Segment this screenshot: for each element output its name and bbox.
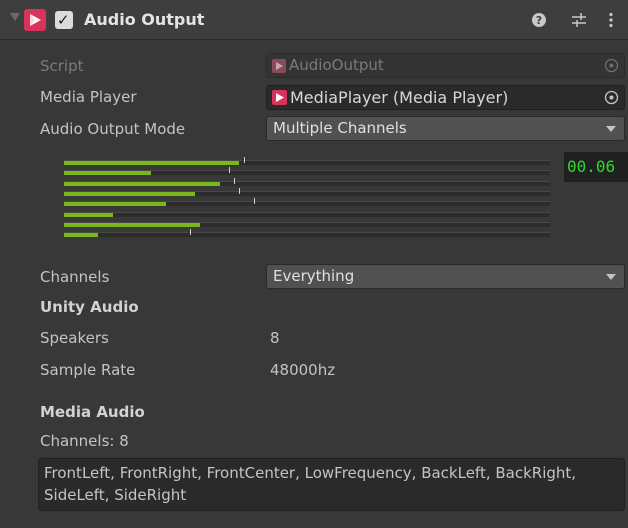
speakers-label: Speakers: [40, 329, 109, 347]
audio-output-mode-value: Multiple Channels: [273, 119, 407, 137]
channels-value: Everything: [273, 267, 355, 285]
channel-level-bar: [64, 177, 550, 186]
channel-list-textarea[interactable]: FrontLeft, FrontRight, FrontCenter, LowF…: [38, 458, 625, 511]
more-icon[interactable]: [601, 9, 621, 31]
channel-level-bar: [64, 157, 550, 165]
channel-level-fill: [64, 222, 201, 227]
channel-level-fill: [64, 212, 113, 217]
channel-level-fill: [64, 161, 239, 165]
checkmark-icon: ✓: [57, 11, 70, 29]
component-title: Audio Output: [84, 10, 205, 29]
media-component-icon: [24, 9, 46, 31]
audio-output-mode-dropdown[interactable]: Multiple Channels: [266, 116, 625, 141]
unity-audio-heading: Unity Audio: [40, 298, 139, 316]
audio-level-meter: [64, 157, 552, 247]
channel-peak-marker: [190, 229, 192, 236]
channel-level-fill: [64, 233, 99, 238]
channels-label: Channels: [40, 268, 110, 286]
channel-level-fill: [64, 202, 167, 207]
script-value: AudioOutput: [289, 56, 384, 74]
channel-peak-marker: [253, 198, 255, 205]
channel-level-bar: [64, 187, 550, 196]
script-label: Script: [40, 57, 84, 75]
level-readout: 00.06: [564, 152, 628, 182]
media-audio-channels: Channels: 8: [40, 432, 129, 450]
channel-level-fill: [64, 181, 220, 186]
media-component-icon: [272, 90, 287, 105]
channel-level-fill: [64, 191, 196, 196]
enabled-checkbox[interactable]: ✓: [55, 11, 73, 29]
object-picker-icon: [604, 58, 619, 73]
media-component-icon: [272, 59, 286, 73]
sample-rate-value: 48000hz: [270, 361, 336, 379]
channel-level-bar: [64, 211, 550, 217]
channel-level-bar: [64, 221, 550, 227]
channel-peak-marker: [243, 157, 245, 163]
media-player-value: MediaPlayer (Media Player): [290, 88, 509, 107]
media-player-label: Media Player: [40, 88, 137, 106]
media-player-field[interactable]: MediaPlayer (Media Player): [266, 85, 625, 110]
channel-level-fill: [64, 171, 152, 176]
component-header[interactable]: ✓ Audio Output ?: [0, 0, 628, 40]
channel-peak-marker: [238, 187, 240, 194]
chevron-down-icon: [606, 274, 616, 280]
svg-text:?: ?: [536, 14, 542, 27]
preset-icon[interactable]: [569, 9, 589, 31]
script-field: AudioOutput: [266, 53, 625, 78]
channel-peak-marker: [229, 167, 231, 174]
audio-output-mode-label: Audio Output Mode: [40, 120, 186, 138]
help-icon[interactable]: ?: [529, 9, 549, 31]
foldout-arrow-icon[interactable]: [10, 13, 20, 21]
channel-level-bar: [64, 198, 550, 207]
channel-peak-marker: [234, 177, 236, 184]
channel-list-text: FrontLeft, FrontRight, FrontCenter, LowF…: [44, 464, 577, 504]
media-audio-heading: Media Audio: [40, 403, 145, 421]
object-picker-icon[interactable]: [604, 90, 619, 105]
channel-level-bar: [64, 167, 550, 176]
channels-dropdown[interactable]: Everything: [266, 264, 625, 289]
sample-rate-label: Sample Rate: [40, 361, 136, 379]
speakers-value: 8: [270, 329, 280, 347]
channel-level-bar: [64, 229, 550, 238]
chevron-down-icon: [606, 126, 616, 132]
